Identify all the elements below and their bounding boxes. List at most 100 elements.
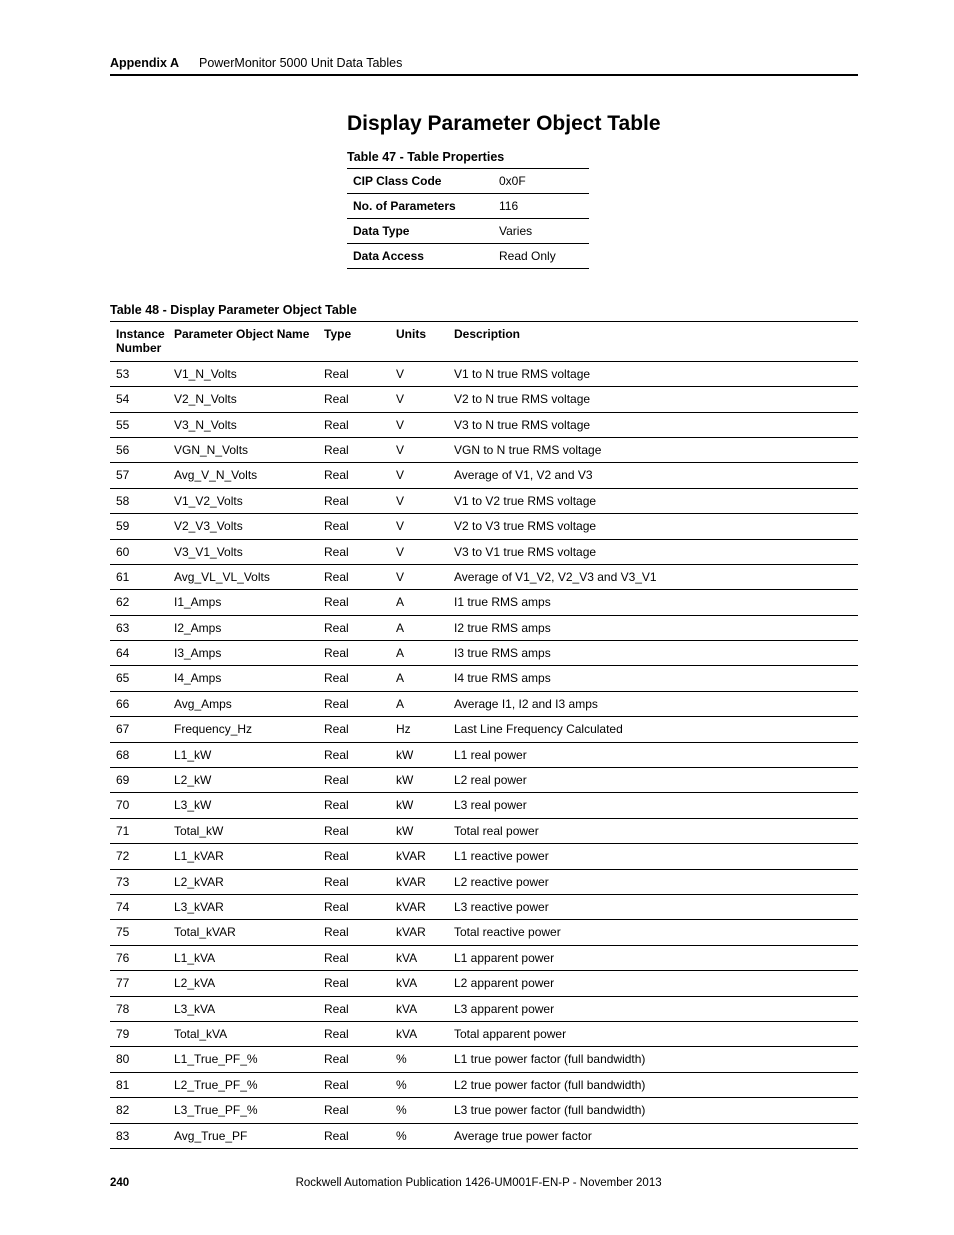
cell-type: Real xyxy=(318,1098,390,1123)
cell-instance: 74 xyxy=(110,894,168,919)
table-row: 57Avg_V_N_VoltsRealVAverage of V1, V2 an… xyxy=(110,463,858,488)
cell-instance: 64 xyxy=(110,641,168,666)
cell-name: L1_kW xyxy=(168,742,318,767)
cell-name: Total_kVA xyxy=(168,1021,318,1046)
table-row: 58V1_V2_VoltsRealVV1 to V2 true RMS volt… xyxy=(110,488,858,513)
page-header: Appendix A PowerMonitor 5000 Unit Data T… xyxy=(110,56,858,76)
prop-label: Data Type xyxy=(347,219,493,244)
cell-type: Real xyxy=(318,590,390,615)
cell-name: L2_kW xyxy=(168,768,318,793)
cell-type: Real xyxy=(318,412,390,437)
cell-name: Avg_VL_VL_Volts xyxy=(168,564,318,589)
cell-instance: 56 xyxy=(110,437,168,462)
cell-desc: V3 to V1 true RMS voltage xyxy=(448,539,858,564)
prop-value: Varies xyxy=(493,219,589,244)
cell-instance: 54 xyxy=(110,387,168,412)
cell-desc: L3 reactive power xyxy=(448,894,858,919)
cell-instance: 77 xyxy=(110,971,168,996)
cell-desc: Average true power factor xyxy=(448,1123,858,1148)
cell-instance: 76 xyxy=(110,945,168,970)
cell-units: V xyxy=(390,463,448,488)
cell-instance: 81 xyxy=(110,1072,168,1097)
table-row: 55V3_N_VoltsRealVV3 to N true RMS voltag… xyxy=(110,412,858,437)
cell-units: kW xyxy=(390,742,448,767)
cell-desc: I4 true RMS amps xyxy=(448,666,858,691)
cell-type: Real xyxy=(318,437,390,462)
cell-instance: 62 xyxy=(110,590,168,615)
cell-type: Real xyxy=(318,742,390,767)
cell-units: A xyxy=(390,691,448,716)
cell-instance: 58 xyxy=(110,488,168,513)
cell-instance: 60 xyxy=(110,539,168,564)
cell-instance: 69 xyxy=(110,768,168,793)
table-row: 54V2_N_VoltsRealVV2 to N true RMS voltag… xyxy=(110,387,858,412)
cell-instance: 83 xyxy=(110,1123,168,1148)
cell-desc: V2 to N true RMS voltage xyxy=(448,387,858,412)
table-row: No. of Parameters116 xyxy=(347,194,589,219)
cell-name: VGN_N_Volts xyxy=(168,437,318,462)
table-row: 82L3_True_PF_%Real%L3 true power factor … xyxy=(110,1098,858,1123)
table47-caption: Table 47 - Table Properties xyxy=(110,150,858,164)
page-footer: 240 Rockwell Automation Publication 1426… xyxy=(110,1177,858,1189)
table-row: 71Total_kWRealkWTotal real power xyxy=(110,818,858,843)
col-name: Parameter Object Name xyxy=(168,322,318,362)
cell-desc: L1 apparent power xyxy=(448,945,858,970)
cell-desc: V3 to N true RMS voltage xyxy=(448,412,858,437)
cell-type: Real xyxy=(318,717,390,742)
cell-units: kVA xyxy=(390,971,448,996)
cell-desc: L1 real power xyxy=(448,742,858,767)
cell-units: kVAR xyxy=(390,894,448,919)
table-row: 74L3_kVARRealkVARL3 reactive power xyxy=(110,894,858,919)
cell-units: kW xyxy=(390,818,448,843)
cell-desc: L3 true power factor (full bandwidth) xyxy=(448,1098,858,1123)
cell-name: L2_True_PF_% xyxy=(168,1072,318,1097)
cell-instance: 66 xyxy=(110,691,168,716)
cell-type: Real xyxy=(318,818,390,843)
table-row: 73L2_kVARRealkVARL2 reactive power xyxy=(110,869,858,894)
cell-name: Total_kVAR xyxy=(168,920,318,945)
cell-name: L1_kVA xyxy=(168,945,318,970)
cell-desc: L3 apparent power xyxy=(448,996,858,1021)
cell-units: kW xyxy=(390,768,448,793)
cell-units: kVAR xyxy=(390,920,448,945)
cell-type: Real xyxy=(318,463,390,488)
table-row: 77L2_kVARealkVAL2 apparent power xyxy=(110,971,858,996)
cell-type: Real xyxy=(318,1021,390,1046)
table-row: Data TypeVaries xyxy=(347,219,589,244)
cell-instance: 79 xyxy=(110,1021,168,1046)
table-row: 67Frequency_HzRealHzLast Line Frequency … xyxy=(110,717,858,742)
cell-desc: V1 to N true RMS voltage xyxy=(448,361,858,386)
cell-units: V xyxy=(390,387,448,412)
table-row: 70L3_kWRealkWL3 real power xyxy=(110,793,858,818)
cell-name: I4_Amps xyxy=(168,666,318,691)
table-row: 59V2_V3_VoltsRealVV2 to V3 true RMS volt… xyxy=(110,514,858,539)
cell-instance: 61 xyxy=(110,564,168,589)
cell-desc: I2 true RMS amps xyxy=(448,615,858,640)
parameter-table: Instance Number Parameter Object Name Ty… xyxy=(110,321,858,1149)
cell-desc: L2 reactive power xyxy=(448,869,858,894)
cell-instance: 53 xyxy=(110,361,168,386)
table-row: 65I4_AmpsRealAI4 true RMS amps xyxy=(110,666,858,691)
cell-instance: 67 xyxy=(110,717,168,742)
cell-name: L3_kVA xyxy=(168,996,318,1021)
cell-desc: L3 real power xyxy=(448,793,858,818)
table-row: 78L3_kVARealkVAL3 apparent power xyxy=(110,996,858,1021)
cell-type: Real xyxy=(318,564,390,589)
cell-instance: 80 xyxy=(110,1047,168,1072)
cell-units: % xyxy=(390,1123,448,1148)
cell-units: % xyxy=(390,1047,448,1072)
table-row: 69L2_kWRealkWL2 real power xyxy=(110,768,858,793)
cell-units: Hz xyxy=(390,717,448,742)
table-row: 80L1_True_PF_%Real%L1 true power factor … xyxy=(110,1047,858,1072)
cell-name: L3_kW xyxy=(168,793,318,818)
cell-units: kVA xyxy=(390,945,448,970)
cell-desc: I3 true RMS amps xyxy=(448,641,858,666)
cell-units: A xyxy=(390,666,448,691)
cell-type: Real xyxy=(318,1123,390,1148)
cell-units: V xyxy=(390,361,448,386)
cell-units: kVAR xyxy=(390,844,448,869)
cell-instance: 55 xyxy=(110,412,168,437)
table-row: 64I3_AmpsRealAI3 true RMS amps xyxy=(110,641,858,666)
cell-name: Avg_True_PF xyxy=(168,1123,318,1148)
cell-type: Real xyxy=(318,514,390,539)
